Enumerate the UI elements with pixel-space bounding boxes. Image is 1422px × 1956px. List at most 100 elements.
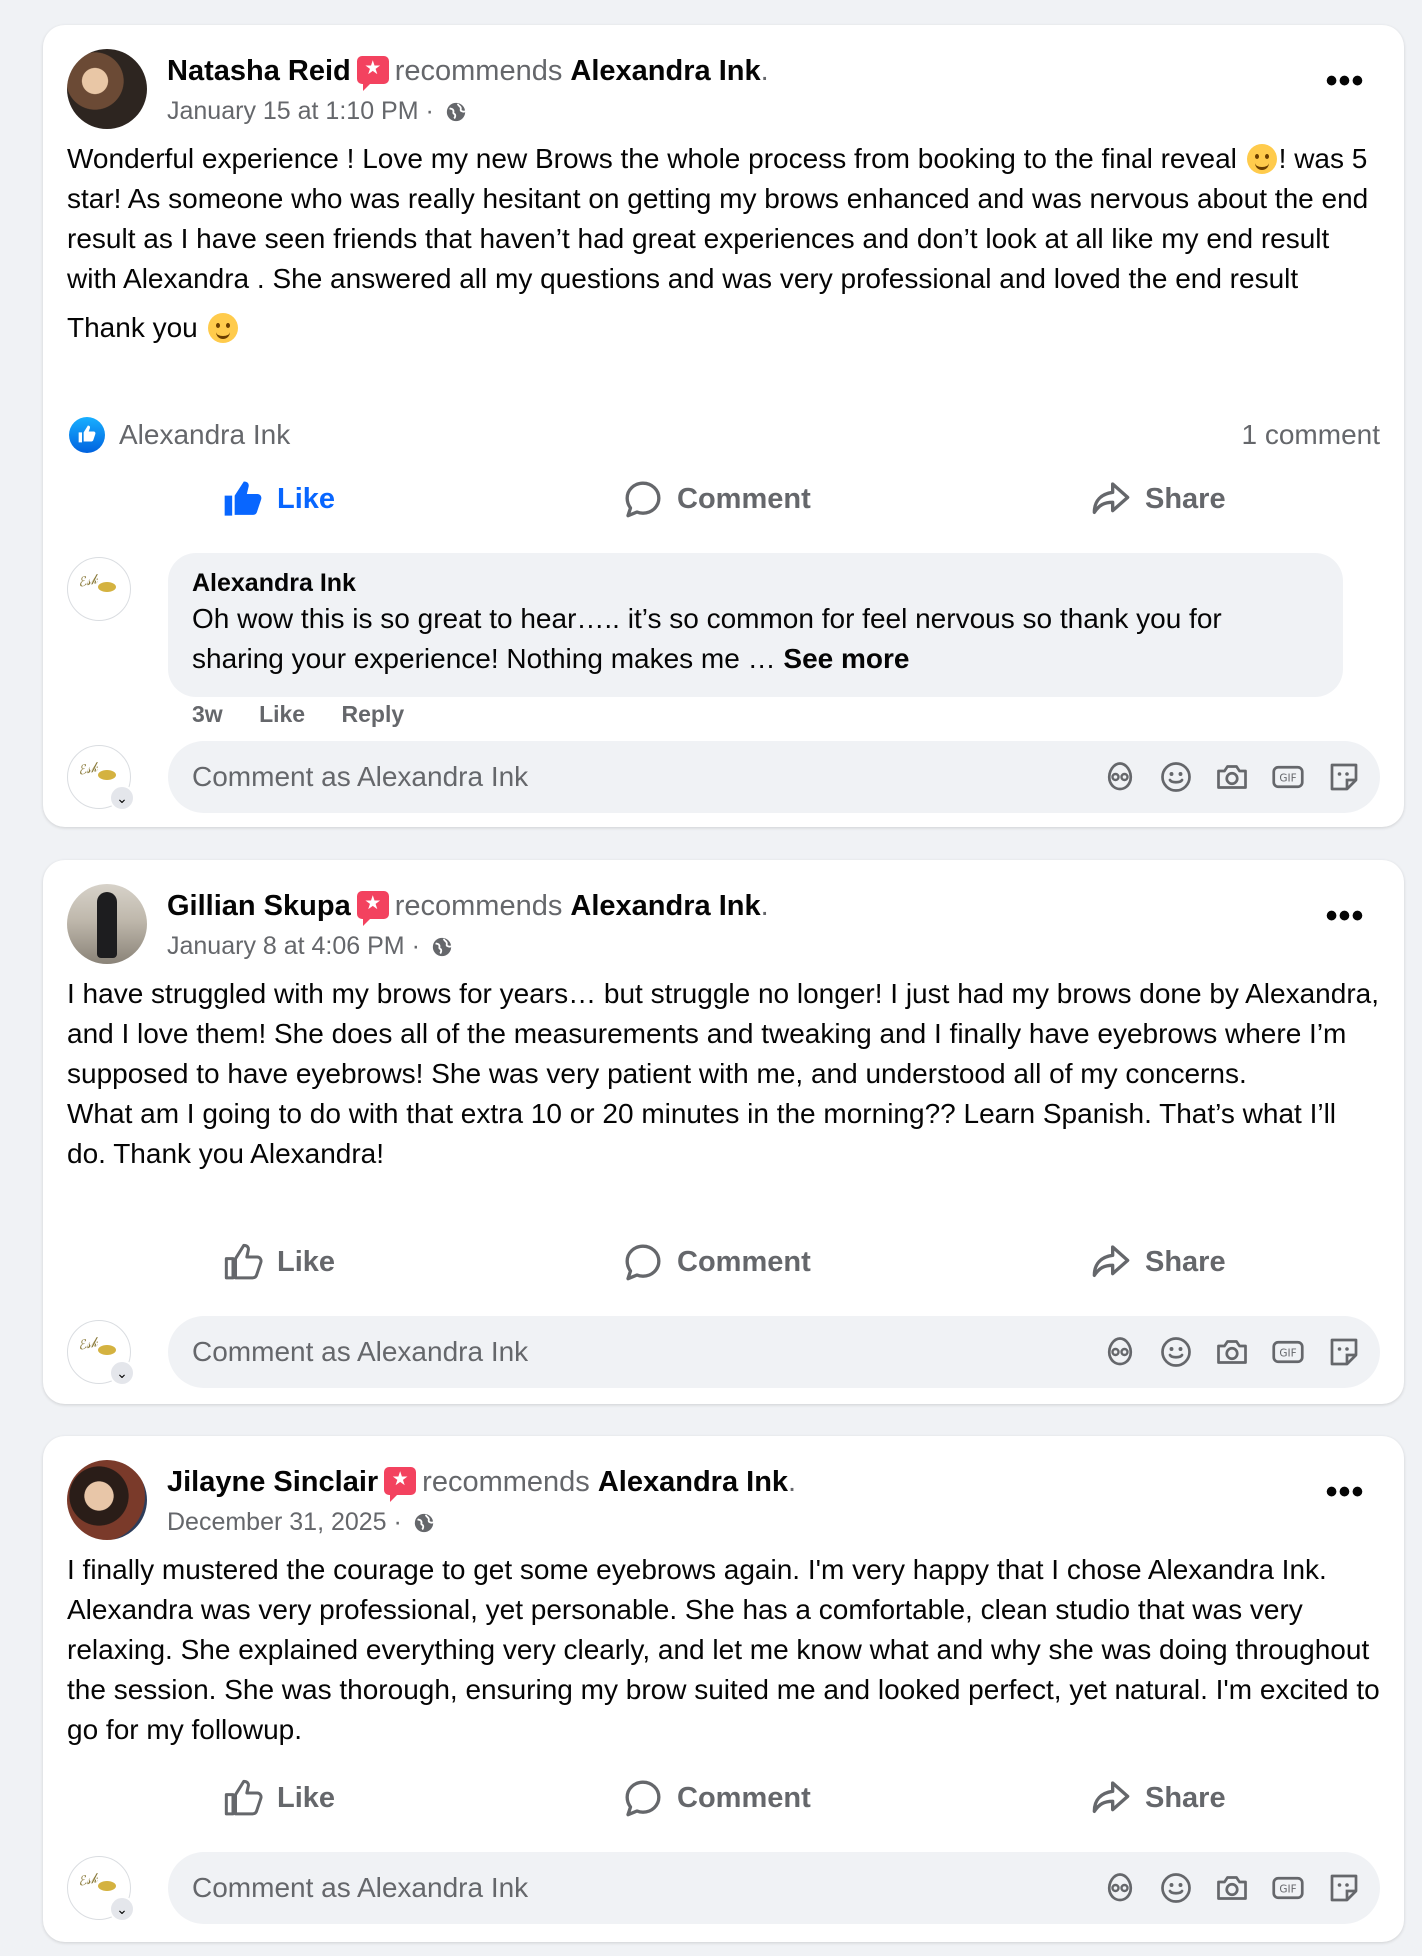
reactor-name[interactable]: Alexandra Ink <box>119 417 290 453</box>
gif-icon[interactable]: GIF <box>1270 759 1306 795</box>
emoji-icon[interactable] <box>1158 1870 1194 1906</box>
share-button[interactable]: Share <box>1091 1232 1226 1292</box>
action-bar: Like Comment Share <box>43 1232 1404 1292</box>
comment-button[interactable]: Comment <box>623 469 811 529</box>
see-more-link[interactable]: See more <box>783 643 909 674</box>
comment-placeholder: Comment as Alexandra Ink <box>192 761 529 792</box>
sticker-icon[interactable] <box>1326 1334 1362 1370</box>
review-text: I finally mustered the courage to get so… <box>67 1554 1380 1745</box>
thumbs-up-icon <box>224 1243 263 1280</box>
chevron-down-icon[interactable]: ⌄ <box>109 1896 135 1922</box>
comment-button[interactable]: Comment <box>623 1232 811 1292</box>
author-avatar[interactable] <box>67 49 147 129</box>
chevron-down-icon[interactable]: ⌄ <box>109 785 135 811</box>
commenter-avatar[interactable]: ℰ𝓈𝓀 <box>67 557 131 621</box>
post-meta: January 8 at 4:06 PM · <box>167 930 453 962</box>
post-date[interactable]: January 15 at 1:10 PM <box>167 97 419 125</box>
author-name[interactable]: Gillian Skupa <box>167 890 351 922</box>
comment-bubble: Alexandra Ink Oh wow this is so great to… <box>168 553 1343 697</box>
comment-composer: ℰ𝓈𝓀 ⌄ Comment as Alexandra Ink GIF <box>67 1316 1380 1388</box>
camera-icon[interactable] <box>1214 759 1250 795</box>
review-card: Gillian Skuparecommends Alexandra Ink. J… <box>43 860 1404 1404</box>
review-card: Natasha Reidrecommends Alexandra Ink. Ja… <box>43 25 1404 827</box>
svg-text:GIF: GIF <box>1279 1884 1296 1896</box>
more-options-icon[interactable]: ••• <box>1320 64 1370 111</box>
share-button[interactable]: Share <box>1091 469 1226 529</box>
author-name[interactable]: Natasha Reid <box>167 55 351 87</box>
comment-bubble-icon <box>625 1244 661 1281</box>
avatar-sticker-icon[interactable] <box>1102 759 1138 795</box>
camera-icon[interactable] <box>1214 1870 1250 1906</box>
comment-input[interactable]: Comment as Alexandra Ink GIF <box>168 741 1380 813</box>
comment-author[interactable]: Alexandra Ink <box>192 567 1319 599</box>
share-arrow-icon <box>1092 1245 1130 1277</box>
recommends-label: recommends <box>394 890 563 922</box>
thumbs-up-icon <box>224 1779 263 1816</box>
comment-thread: ℰ𝓈𝓀 Alexandra Ink Oh wow this is so grea… <box>67 553 1380 727</box>
camera-icon[interactable] <box>1214 1334 1250 1370</box>
comment-button[interactable]: Comment <box>623 1768 811 1828</box>
author-line: Gillian Skuparecommends Alexandra Ink. <box>167 888 769 926</box>
like-button[interactable]: Like <box>223 1768 335 1828</box>
review-thanks: Thank you <box>67 308 1380 348</box>
more-options-icon[interactable]: ••• <box>1320 899 1370 946</box>
comment-input[interactable]: Comment as Alexandra Ink GIF <box>168 1316 1380 1388</box>
like-reaction-icon[interactable] <box>69 417 105 453</box>
review-header: Gillian Skuparecommends Alexandra Ink. J… <box>67 884 1380 968</box>
comment-bubble-icon <box>625 1780 661 1817</box>
gif-icon[interactable]: GIF <box>1270 1334 1306 1370</box>
post-meta: January 15 at 1:10 PM · <box>167 95 467 127</box>
share-button[interactable]: Share <box>1091 1768 1226 1828</box>
gif-icon[interactable]: GIF <box>1270 1870 1306 1906</box>
author-line: Natasha Reidrecommends Alexandra Ink. <box>167 53 769 91</box>
recommend-star-icon <box>384 1467 417 1502</box>
sticker-icon[interactable] <box>1326 1870 1362 1906</box>
review-header: Jilayne Sinclair recommends Alexandra Ink… <box>67 1460 1380 1544</box>
author-avatar[interactable] <box>67 884 147 964</box>
comment-composer: ℰ𝓈𝓀 ⌄ Comment as Alexandra Ink GIF <box>67 1852 1380 1924</box>
chevron-down-icon[interactable]: ⌄ <box>109 1360 135 1386</box>
recommends-label: recommends <box>422 1466 590 1498</box>
share-arrow-icon <box>1092 1781 1130 1813</box>
avatar-sticker-icon[interactable] <box>1102 1870 1138 1906</box>
avatar-sticker-icon[interactable] <box>1102 1334 1138 1370</box>
comment-placeholder: Comment as Alexandra Ink <box>192 1336 529 1367</box>
globe-icon <box>432 937 452 957</box>
review-header: Natasha Reidrecommends Alexandra Ink. Ja… <box>67 49 1380 133</box>
like-button[interactable]: Like <box>223 1232 335 1292</box>
review-text: Wonderful experience ! Love my new Brows… <box>67 143 1369 294</box>
post-meta: December 31, 2025 · <box>167 1506 435 1538</box>
author-name[interactable]: Jilayne Sinclair <box>167 1466 378 1498</box>
author-avatar[interactable] <box>67 1460 147 1540</box>
review-card: Jilayne Sinclair recommends Alexandra Ink… <box>43 1436 1404 1942</box>
recommends-label: recommends <box>394 55 563 87</box>
page-name-link[interactable]: Alexandra Ink <box>570 55 760 87</box>
post-date[interactable]: December 31, 2025 <box>167 1508 387 1536</box>
post-date[interactable]: January 8 at 4:06 PM <box>167 932 405 960</box>
svg-text:GIF: GIF <box>1279 773 1296 785</box>
like-button[interactable]: Like <box>223 469 335 529</box>
share-arrow-icon <box>1092 482 1130 514</box>
review-text: I have struggled with my brows for years… <box>67 978 1379 1169</box>
comment-text: Oh wow this is so great to hear….. it’s … <box>192 603 1222 674</box>
comment-bubble-icon <box>625 481 661 518</box>
action-bar: Like Comment Share <box>43 469 1404 529</box>
author-line: Jilayne Sinclair recommends Alexandra Ink… <box>167 1464 796 1502</box>
comment-like-link[interactable]: Like <box>259 701 305 727</box>
comment-input[interactable]: Comment as Alexandra Ink GIF <box>168 1852 1380 1924</box>
comment-time[interactable]: 3w <box>192 701 223 727</box>
thumbs-up-icon <box>224 481 262 516</box>
recommend-star-icon <box>356 56 389 91</box>
emoji-icon[interactable] <box>1158 1334 1194 1370</box>
sticker-icon[interactable] <box>1326 759 1362 795</box>
comment-meta: 3w Like Reply <box>192 701 434 728</box>
more-options-icon[interactable]: ••• <box>1320 1475 1370 1522</box>
action-bar: Like Comment Share <box>43 1768 1404 1828</box>
page-name-link[interactable]: Alexandra Ink <box>598 1466 788 1498</box>
comment-placeholder: Comment as Alexandra Ink <box>192 1872 529 1903</box>
comment-count[interactable]: 1 comment <box>1242 417 1381 453</box>
blush-emoji-icon <box>207 313 238 343</box>
page-name-link[interactable]: Alexandra Ink <box>570 890 760 922</box>
emoji-icon[interactable] <box>1158 759 1194 795</box>
comment-reply-link[interactable]: Reply <box>342 701 405 727</box>
